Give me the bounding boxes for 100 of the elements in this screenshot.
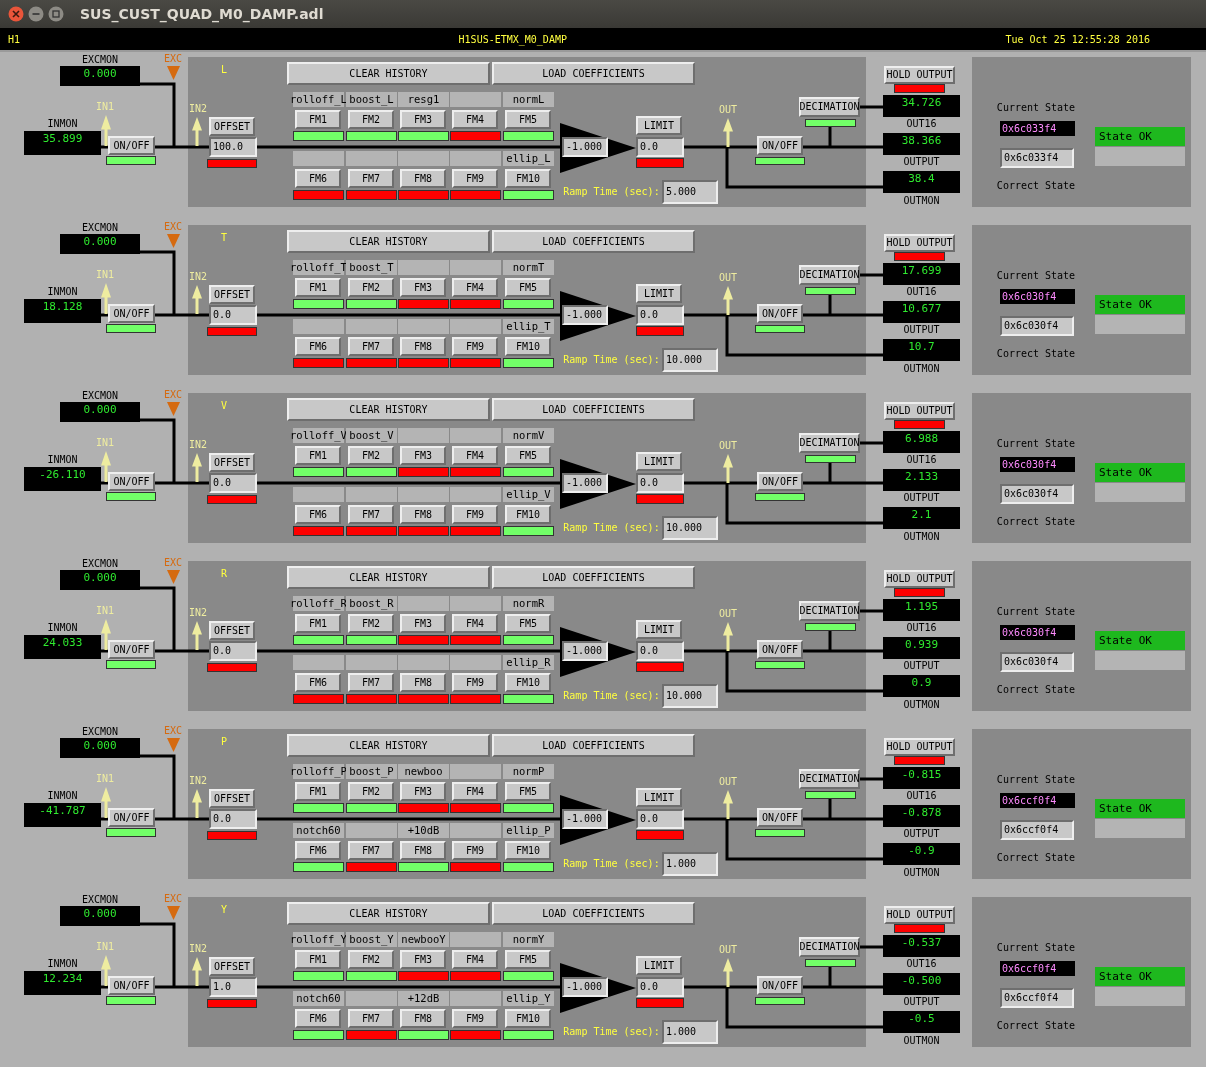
filter-module-button[interactable]: FM9 <box>452 673 498 692</box>
filter-module-button[interactable]: FM1 <box>295 446 341 465</box>
filter-module-button[interactable]: FM10 <box>505 841 551 860</box>
decimation-button[interactable]: DECIMATION <box>799 769 860 789</box>
limit-field[interactable]: 0.0 <box>636 641 684 661</box>
filter-module-button[interactable]: FM2 <box>348 278 394 297</box>
correct-state-field[interactable]: 0x6ccf0f4 <box>1000 988 1074 1008</box>
maximize-icon[interactable] <box>48 6 64 22</box>
decimation-button[interactable]: DECIMATION <box>799 937 860 957</box>
load-coefficients-button[interactable]: LOAD COEFFICIENTS <box>492 566 695 589</box>
limit-field[interactable]: 0.0 <box>636 809 684 829</box>
filter-module-button[interactable]: FM7 <box>348 673 394 692</box>
hold-output-button[interactable]: HOLD OUTPUT <box>884 570 955 588</box>
clear-history-button[interactable]: CLEAR HISTORY <box>287 734 490 757</box>
limit-field[interactable]: 0.0 <box>636 473 684 493</box>
filter-module-button[interactable]: FM8 <box>400 841 446 860</box>
filter-module-button[interactable]: FM1 <box>295 782 341 801</box>
filter-module-button[interactable]: FM3 <box>400 446 446 465</box>
filter-module-button[interactable]: FM6 <box>295 841 341 860</box>
decimation-button[interactable]: DECIMATION <box>799 601 860 621</box>
filter-module-button[interactable]: FM2 <box>348 614 394 633</box>
filter-module-button[interactable]: FM1 <box>295 278 341 297</box>
ramp-time-field[interactable]: 10.000 <box>662 348 718 372</box>
filter-module-button[interactable]: FM10 <box>505 1009 551 1028</box>
filter-module-button[interactable]: FM7 <box>348 505 394 524</box>
offset-field[interactable]: 0.0 <box>209 305 257 325</box>
filter-module-button[interactable]: FM8 <box>400 169 446 188</box>
ramp-time-field[interactable]: 10.000 <box>662 684 718 708</box>
offset-button[interactable]: OFFSET <box>209 453 255 472</box>
gain-field[interactable]: -1.000 <box>562 473 608 493</box>
gain-field[interactable]: -1.000 <box>562 977 608 997</box>
correct-state-field[interactable]: 0x6c030f4 <box>1000 484 1074 504</box>
output-switch-button[interactable]: ON/OFF <box>757 808 803 827</box>
gain-field[interactable]: -1.000 <box>562 809 608 829</box>
input-switch-button[interactable]: ON/OFF <box>108 808 155 827</box>
clear-history-button[interactable]: CLEAR HISTORY <box>287 230 490 253</box>
filter-module-button[interactable]: FM3 <box>400 110 446 129</box>
limit-button[interactable]: LIMIT <box>636 284 682 303</box>
output-switch-button[interactable]: ON/OFF <box>757 304 803 323</box>
filter-module-button[interactable]: FM2 <box>348 950 394 969</box>
filter-module-button[interactable]: FM10 <box>505 673 551 692</box>
offset-field[interactable]: 0.0 <box>209 473 257 493</box>
filter-module-button[interactable]: FM4 <box>452 446 498 465</box>
offset-button[interactable]: OFFSET <box>209 957 255 976</box>
filter-module-button[interactable]: FM10 <box>505 169 551 188</box>
filter-module-button[interactable]: FM8 <box>400 337 446 356</box>
offset-button[interactable]: OFFSET <box>209 621 255 640</box>
load-coefficients-button[interactable]: LOAD COEFFICIENTS <box>492 398 695 421</box>
clear-history-button[interactable]: CLEAR HISTORY <box>287 62 490 85</box>
decimation-button[interactable]: DECIMATION <box>799 433 860 453</box>
filter-module-button[interactable]: FM1 <box>295 614 341 633</box>
filter-module-button[interactable]: FM8 <box>400 673 446 692</box>
limit-field[interactable]: 0.0 <box>636 305 684 325</box>
filter-module-button[interactable]: FM10 <box>505 505 551 524</box>
offset-field[interactable]: 0.0 <box>209 809 257 829</box>
filter-module-button[interactable]: FM4 <box>452 110 498 129</box>
input-switch-button[interactable]: ON/OFF <box>108 640 155 659</box>
offset-field[interactable]: 100.0 <box>209 137 257 157</box>
close-icon[interactable] <box>8 6 24 22</box>
filter-module-button[interactable]: FM7 <box>348 841 394 860</box>
filter-module-button[interactable]: FM7 <box>348 337 394 356</box>
hold-output-button[interactable]: HOLD OUTPUT <box>884 66 955 84</box>
correct-state-field[interactable]: 0x6c033f4 <box>1000 148 1074 168</box>
filter-module-button[interactable]: FM5 <box>505 950 551 969</box>
limit-button[interactable]: LIMIT <box>636 116 682 135</box>
filter-module-button[interactable]: FM4 <box>452 278 498 297</box>
input-switch-button[interactable]: ON/OFF <box>108 136 155 155</box>
gain-field[interactable]: -1.000 <box>562 305 608 325</box>
limit-field[interactable]: 0.0 <box>636 977 684 997</box>
hold-output-button[interactable]: HOLD OUTPUT <box>884 738 955 756</box>
clear-history-button[interactable]: CLEAR HISTORY <box>287 902 490 925</box>
filter-module-button[interactable]: FM4 <box>452 782 498 801</box>
input-switch-button[interactable]: ON/OFF <box>108 304 155 323</box>
filter-module-button[interactable]: FM2 <box>348 782 394 801</box>
filter-module-button[interactable]: FM9 <box>452 841 498 860</box>
filter-module-button[interactable]: FM4 <box>452 950 498 969</box>
correct-state-field[interactable]: 0x6c030f4 <box>1000 316 1074 336</box>
filter-module-button[interactable]: FM3 <box>400 614 446 633</box>
ramp-time-field[interactable]: 10.000 <box>662 516 718 540</box>
limit-button[interactable]: LIMIT <box>636 620 682 639</box>
ramp-time-field[interactable]: 1.000 <box>662 852 718 876</box>
filter-module-button[interactable]: FM2 <box>348 110 394 129</box>
input-switch-button[interactable]: ON/OFF <box>108 976 155 995</box>
filter-module-button[interactable]: FM6 <box>295 505 341 524</box>
filter-module-button[interactable]: FM10 <box>505 337 551 356</box>
hold-output-button[interactable]: HOLD OUTPUT <box>884 906 955 924</box>
output-switch-button[interactable]: ON/OFF <box>757 976 803 995</box>
limit-button[interactable]: LIMIT <box>636 956 682 975</box>
filter-module-button[interactable]: FM3 <box>400 278 446 297</box>
filter-module-button[interactable]: FM8 <box>400 1009 446 1028</box>
output-switch-button[interactable]: ON/OFF <box>757 472 803 491</box>
filter-module-button[interactable]: FM9 <box>452 1009 498 1028</box>
limit-field[interactable]: 0.0 <box>636 137 684 157</box>
offset-field[interactable]: 0.0 <box>209 641 257 661</box>
filter-module-button[interactable]: FM6 <box>295 337 341 356</box>
ramp-time-field[interactable]: 1.000 <box>662 1020 718 1044</box>
load-coefficients-button[interactable]: LOAD COEFFICIENTS <box>492 902 695 925</box>
output-switch-button[interactable]: ON/OFF <box>757 136 803 155</box>
filter-module-button[interactable]: FM5 <box>505 782 551 801</box>
ramp-time-field[interactable]: 5.000 <box>662 180 718 204</box>
